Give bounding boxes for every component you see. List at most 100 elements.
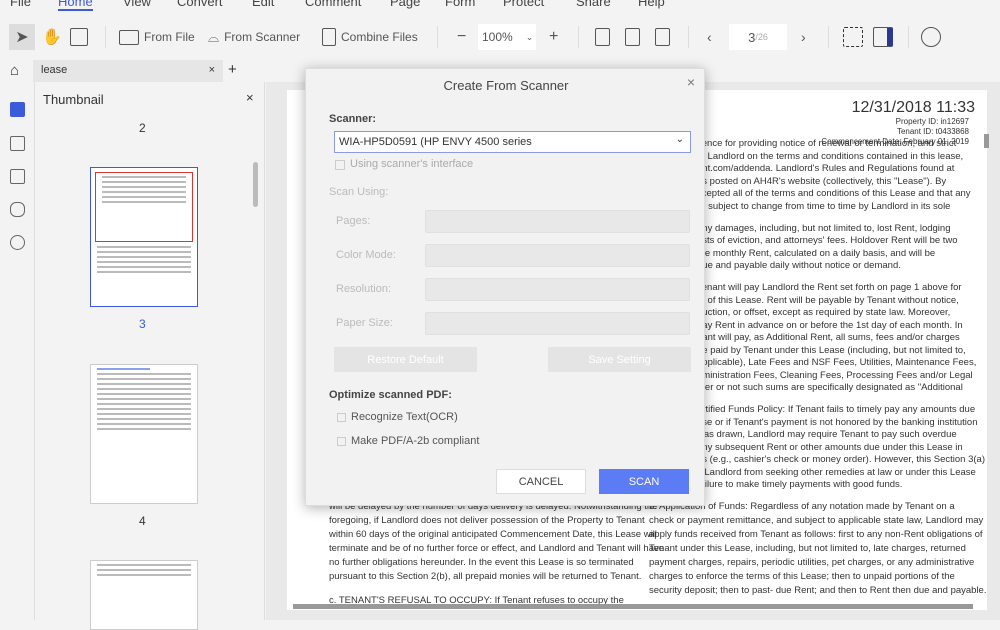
edit-tool-icon[interactable]	[70, 28, 88, 46]
doc-line: the monthly Rent, calculated on a daily …	[697, 247, 936, 259]
fit-width-icon[interactable]	[595, 28, 610, 46]
thumbnail-page-4[interactable]	[90, 364, 198, 504]
select-tool-icon[interactable]: ➤	[9, 24, 35, 50]
prev-page-button[interactable]: ‹	[707, 24, 712, 50]
pages-select[interactable]	[425, 210, 690, 233]
doc-line: pay Rent in advance on or before the 1st…	[697, 319, 963, 331]
home-icon[interactable]: ⌂	[10, 62, 19, 79]
thumbnail-page-3[interactable]	[90, 167, 198, 307]
document-icon	[322, 28, 336, 46]
doc-datetime: 12/31/2018 11:33	[851, 99, 975, 116]
doc-line: it Landlord from seeking other remedies …	[697, 466, 976, 478]
zoom-select[interactable]: 100% ⌄	[478, 24, 536, 50]
cancel-button[interactable]: CANCEL	[496, 469, 586, 494]
doc-line: security deposit; then to past- due Rent…	[649, 585, 987, 596]
left-icon-bar	[0, 82, 35, 620]
comment-icon[interactable]	[10, 169, 25, 184]
menu-help[interactable]: Help	[638, 0, 665, 9]
combine-files-button[interactable]: Combine Files	[322, 24, 418, 50]
doc-left-bottom: will be delayed by the number of days de…	[329, 500, 664, 610]
search-icon[interactable]	[921, 27, 941, 47]
doc-line: failure to make timely payments with goo…	[697, 479, 903, 490]
doc-line: Tenant under this Lease, including, but …	[649, 543, 966, 554]
menu-home[interactable]: Home	[58, 0, 93, 11]
doc-line: re subject to change from time to time b…	[697, 200, 951, 212]
tab-lease[interactable]: lease ×	[33, 60, 223, 82]
doc-line	[697, 395, 985, 405]
attachment-icon[interactable]	[10, 202, 25, 217]
menu-page[interactable]: Page	[390, 0, 420, 9]
ocr-checkbox[interactable]	[337, 413, 346, 422]
menu-form[interactable]: Form	[445, 0, 475, 9]
doc-line: within 60 days of the original anticipat…	[329, 529, 657, 540]
chevron-down-icon: ⌄	[525, 31, 534, 42]
doc-line: foregoing, if Landlord does not deliver …	[329, 515, 645, 526]
fit-page-icon[interactable]	[625, 28, 640, 46]
paper-size-label: Paper Size:	[336, 317, 393, 329]
doc-line: ds (e.g., cashier's check or money order…	[697, 454, 985, 465]
zoom-out-button[interactable]: −	[457, 24, 466, 50]
doc-line: check or payment remittance, and subject…	[649, 515, 984, 526]
page-number-input[interactable]: 3/26	[729, 24, 787, 50]
doc-line: applicable), Late Fees and NSF Fees, Uti…	[697, 357, 977, 368]
doc-line: terminate and be of no further force or …	[329, 543, 665, 554]
doc-right-column: sence for providing notice of renewal or…	[697, 138, 985, 492]
doc-line: ent.com/addenda. Landlord's Rules and Re…	[697, 163, 955, 174]
doc-line: ther or not such sums are specifically d…	[697, 382, 963, 393]
doc-line: due and payable daily without notice or …	[697, 260, 901, 271]
doc-line: osts of eviction, and attorneys' fees. H…	[697, 235, 958, 246]
page-label-3: 3	[139, 317, 146, 331]
doc-line: dministration Fees, Cleaning Fees, Proce…	[697, 369, 973, 381]
create-from-scanner-dialog: Create From Scanner × Scanner: WIA-HP5D0…	[305, 68, 705, 506]
toolbar: ➤ ✋ From File ⌓ From Scanner Combine File…	[0, 18, 1000, 56]
scanner-icon: ⌓	[208, 28, 220, 45]
menu-edit[interactable]: Edit	[252, 0, 274, 9]
doc-line: duction, or offset, except as required b…	[697, 307, 951, 318]
doc-line: nant will pay, as Additional Rent, all s…	[697, 332, 960, 343]
pages-label: Pages:	[336, 215, 371, 227]
search-panel-icon[interactable]	[10, 235, 25, 250]
horizontal-scrollbar[interactable]	[293, 604, 973, 609]
doc-line: any subsequent Rent or other amounts due…	[697, 441, 963, 453]
doc-line: charges to enforce the terms of this Lea…	[649, 571, 955, 582]
doc-line: ns posted on AH4R's website (collectivel…	[697, 175, 947, 187]
ocr-label: Recognize Text(OCR)	[351, 411, 458, 423]
new-tab-icon[interactable]: +	[228, 61, 237, 78]
menu-comment[interactable]: Comment	[305, 0, 361, 9]
zoom-in-button[interactable]: +	[549, 24, 558, 50]
close-dialog-icon[interactable]: ×	[687, 74, 695, 90]
vertical-scrollbar[interactable]	[984, 134, 989, 148]
restore-default-button[interactable]: Restore Default	[334, 347, 477, 372]
close-panel-icon[interactable]: ×	[246, 90, 254, 105]
scanner-select[interactable]: WIA-HP5D0591 (HP ENVY 4500 series ⌄	[334, 131, 691, 153]
next-page-button[interactable]: ›	[801, 24, 806, 50]
menu-convert[interactable]: Convert	[177, 0, 223, 9]
scan-button[interactable]: SCAN	[599, 469, 689, 494]
menu-protect[interactable]: Protect	[503, 0, 544, 9]
menu-view[interactable]: View	[123, 0, 151, 9]
color-mode-select[interactable]	[425, 244, 690, 267]
save-setting-button[interactable]: Save Setting	[548, 347, 691, 372]
doc-line: ccepted all of the terms and conditions …	[697, 188, 971, 199]
bookmark-icon[interactable]	[10, 136, 25, 151]
pdfa-label: Make PDF/A-2b compliant	[351, 435, 480, 447]
doc-line: apply funds received from Tenant as foll…	[649, 529, 983, 540]
thumbnail-scrollbar[interactable]	[253, 162, 258, 207]
from-scanner-button[interactable]: ⌓ From Scanner	[208, 24, 300, 50]
rotate-icon[interactable]	[655, 28, 670, 46]
thumbnail-panel-icon[interactable]	[10, 102, 25, 117]
doc-line: ase or if Tenant's payment is not honore…	[697, 416, 978, 428]
pdfa-checkbox[interactable]	[337, 437, 346, 446]
from-file-button[interactable]: From File	[119, 24, 195, 50]
menu-share[interactable]: Share	[576, 0, 611, 9]
chevron-down-icon: ⌄	[675, 134, 684, 145]
paper-size-select[interactable]	[425, 312, 690, 335]
use-interface-checkbox[interactable]	[335, 160, 345, 170]
hand-tool-icon[interactable]: ✋	[42, 24, 62, 50]
bookmark-view-icon[interactable]	[873, 27, 893, 47]
close-tab-icon[interactable]: ×	[209, 64, 215, 76]
screenshot-icon[interactable]	[843, 27, 863, 47]
menu-file[interactable]: File	[10, 0, 31, 9]
doc-line: be paid by Tenant under this Lease (incl…	[697, 344, 966, 356]
resolution-select[interactable]	[425, 278, 690, 301]
